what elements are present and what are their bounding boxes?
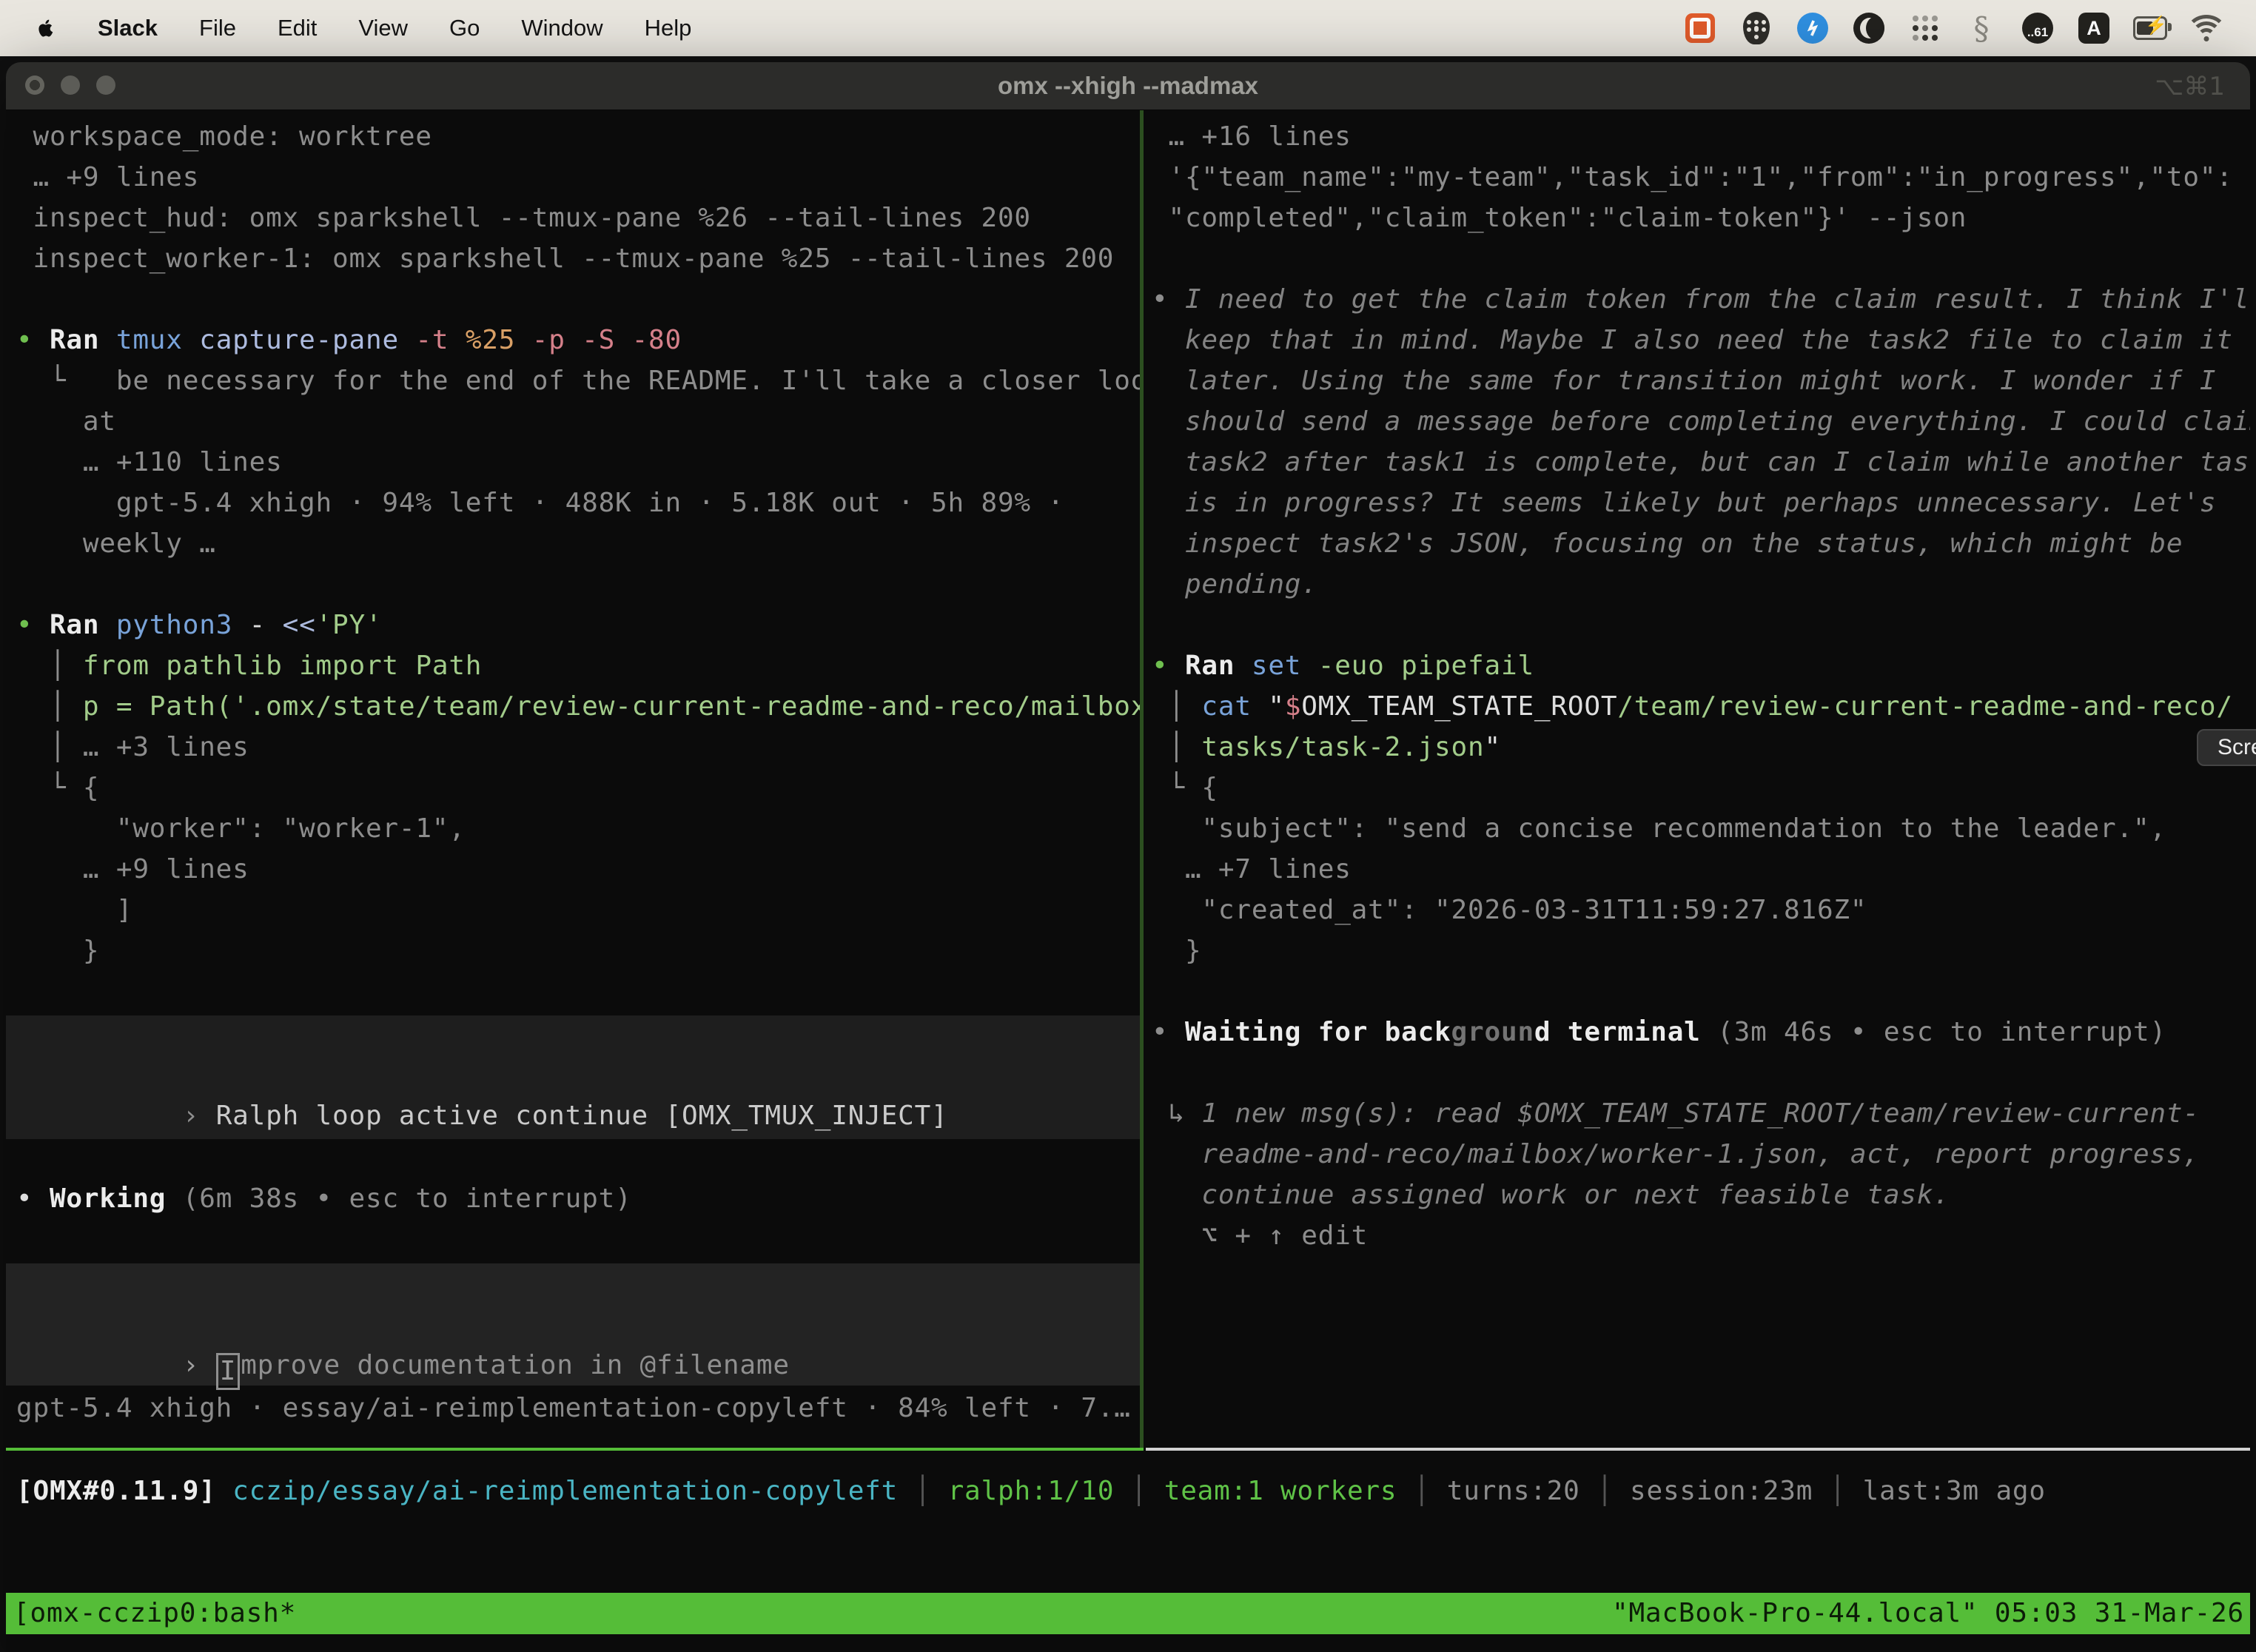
- pane-divider[interactable]: [1140, 110, 1144, 1448]
- terminal-line: inspect_hud: omx sparkshell --tmux-pane …: [16, 198, 1137, 238]
- terminal-window: omx --xhigh --madmax ⌥⌘1 workspace_mode:…: [6, 62, 2250, 1652]
- menu-bar: Slack File Edit View Go Window Help § ..…: [0, 0, 2256, 56]
- terminal-line: readme-and-reco/mailbox/worker-1.json, a…: [1152, 1134, 2250, 1175]
- dots-grid-icon[interactable]: [1908, 11, 1942, 45]
- screen-share-tooltip: Scre: [2197, 729, 2256, 766]
- tmux-session-label: [omx-cczip0:bash*: [13, 1593, 296, 1634]
- moon-circle-icon[interactable]: [1852, 11, 1886, 45]
- apple-menu-icon[interactable]: [33, 13, 59, 44]
- left-scrollback: workspace_mode: worktree … +9 lines insp…: [16, 116, 1137, 971]
- menu-item-go[interactable]: Go: [449, 15, 480, 41]
- ralph-loop-banner: › Ralph loop active continue [OMX_TMUX_I…: [6, 1015, 1140, 1139]
- terminal-cursor: I: [216, 1353, 240, 1390]
- left-model-status: gpt-5.4 xhigh · essay/ai-reimplementatio…: [16, 1388, 1140, 1428]
- terminal-line: gpt-5.4 xhigh · 94% left · 488K in · 5.1…: [16, 483, 1137, 523]
- menu-item-help[interactable]: Help: [645, 15, 692, 41]
- terminal-line: "created_at": "2026-03-31T11:59:27.816Z": [1152, 890, 2250, 930]
- terminal-line: └ be necessary for the end of the README…: [16, 360, 1137, 401]
- terminal-line: … +7 lines: [1152, 849, 2250, 890]
- a-app-icon[interactable]: A: [2077, 11, 2111, 45]
- terminal-line: [OMX#0.11.9] cczip/essay/ai-reimplementa…: [16, 1471, 2250, 1511]
- shield-icon[interactable]: [1739, 11, 1773, 45]
- menu-item-file[interactable]: File: [199, 15, 236, 41]
- terminal-line: keep that in mind. Maybe I also need the…: [1152, 320, 2250, 360]
- terminal-line: workspace_mode: worktree: [16, 116, 1137, 157]
- terminal-line: [1152, 238, 2250, 279]
- prompt-chevron-icon: ›: [183, 1350, 216, 1380]
- terminal-line: [1152, 605, 2250, 645]
- wifi-icon[interactable]: [2189, 11, 2223, 45]
- terminal-line: │ tasks/task-2.json": [1152, 727, 2250, 768]
- working-status-line: • Working (6m 38s • esc to interrupt): [16, 1178, 1140, 1219]
- terminal-line: pending.: [1152, 564, 2250, 605]
- window-title: omx --xhigh --madmax: [6, 62, 2250, 110]
- terminal-line: ↳ 1 new msg(s): read $OMX_TEAM_STATE_ROO…: [1152, 1093, 2250, 1134]
- squiggle-icon[interactable]: §: [1964, 11, 1998, 45]
- window-title-bar[interactable]: omx --xhigh --madmax ⌥⌘1: [6, 62, 2250, 110]
- terminal-line: inspect task2's JSON, focusing on the st…: [1152, 523, 2250, 564]
- terminal-line: weekly …: [16, 523, 1137, 564]
- terminal-line: inspect_worker-1: omx sparkshell --tmux-…: [16, 238, 1137, 279]
- terminal-line: … +110 lines: [16, 442, 1137, 483]
- terminal-line: [16, 564, 1137, 605]
- terminal-line: • Ran tmux capture-pane -t %25 -p -S -80: [16, 320, 1137, 360]
- left-prompt-placeholder: mprove documentation in @filename: [241, 1350, 790, 1380]
- terminal-line: … +16 lines: [1152, 116, 2250, 157]
- terminal-line: ]: [16, 890, 1137, 930]
- pane-right-worker[interactable]: … +16 lines '{"team_name":"my-team","tas…: [1146, 110, 2250, 1450]
- terminal-line: … +9 lines: [16, 849, 1137, 890]
- terminal-line: "completed","claim_token":"claim-token"}…: [1152, 198, 2250, 238]
- battery-icon[interactable]: ⚡: [2133, 11, 2167, 45]
- omx-hud-status-line: [OMX#0.11.9] cczip/essay/ai-reimplementa…: [16, 1471, 2250, 1511]
- tmux-host-clock: "MacBook-Pro-44.local" 05:03 31-Mar-26: [1612, 1593, 2244, 1634]
- terminal-line: should send a message before completing …: [1152, 401, 2250, 442]
- terminal-line: later. Using the same for transition mig…: [1152, 360, 2250, 401]
- active-pane-border: [6, 1448, 1144, 1451]
- terminal-line: "worker": "worker-1",: [16, 808, 1137, 849]
- terminal-line: [1152, 1052, 2250, 1093]
- terminal-line: at: [16, 401, 1137, 442]
- terminal-line: task2 after task1 is complete, but can I…: [1152, 442, 2250, 483]
- terminal-content: workspace_mode: worktree … +9 lines insp…: [6, 110, 2250, 1652]
- terminal-line: is in progress? It seems likely but perh…: [1152, 483, 2250, 523]
- terminal-line: • Ran set -euo pipefail: [1152, 645, 2250, 686]
- pane-left-hud[interactable]: workspace_mode: worktree … +9 lines insp…: [6, 110, 1140, 1450]
- window-shortcut-badge: ⌥⌘1: [2155, 62, 2225, 110]
- terminal-line: • Working (6m 38s • esc to interrupt): [16, 1178, 1140, 1219]
- inactive-pane-border: [1146, 1448, 2250, 1451]
- terminal-line: [16, 279, 1137, 320]
- badge-61-icon[interactable]: ..61: [2021, 11, 2055, 45]
- menu-app-name[interactable]: Slack: [98, 15, 158, 41]
- terminal-line: }: [1152, 930, 2250, 971]
- left-prompt-input[interactable]: › Improve documentation in @filename: [6, 1263, 1140, 1386]
- terminal-line: continue assigned work or next feasible …: [1152, 1175, 2250, 1215]
- menu-item-edit[interactable]: Edit: [278, 15, 317, 41]
- terminal-line: "subject": "send a concise recommendatio…: [1152, 808, 2250, 849]
- menu-item-view[interactable]: View: [358, 15, 408, 41]
- ralph-loop-text: Ralph loop active continue [OMX_TMUX_INJ…: [216, 1101, 948, 1131]
- terminal-line: }: [16, 930, 1137, 971]
- terminal-line: │ from pathlib import Path: [16, 645, 1137, 686]
- spark-icon[interactable]: [1796, 11, 1830, 45]
- terminal-line: └ {: [1152, 768, 2250, 808]
- terminal-line: │ … +3 lines: [16, 727, 1137, 768]
- terminal-line: • Waiting for background terminal (3m 46…: [1152, 1012, 2250, 1052]
- menu-item-window[interactable]: Window: [521, 15, 602, 41]
- terminal-line: ⌥ + ↑ edit: [1152, 1215, 2250, 1256]
- terminal-line: … +9 lines: [16, 157, 1137, 198]
- terminal-line: [1152, 971, 2250, 1012]
- terminal-line: │ cat "$OMX_TEAM_STATE_ROOT/team/review-…: [1152, 686, 2250, 727]
- tmux-status-bar: [omx-cczip0:bash* "MacBook-Pro-44.local"…: [6, 1593, 2250, 1634]
- terminal-line: • Ran python3 - <<'PY': [16, 605, 1137, 645]
- terminal-line: │ p = Path('.omx/state/team/review-curre…: [16, 686, 1137, 727]
- menu-status-icons: § ..61 A ⚡: [1683, 11, 2223, 45]
- chevron-icon: ›: [183, 1101, 216, 1131]
- terminal-line: '{"team_name":"my-team","task_id":"1","f…: [1152, 157, 2250, 198]
- terminal-line: • I need to get the claim token from the…: [1152, 279, 2250, 320]
- chat-app-icon[interactable]: [1683, 11, 1717, 45]
- terminal-line: └ {: [16, 768, 1137, 808]
- right-scrollback: … +16 lines '{"team_name":"my-team","tas…: [1152, 116, 2250, 1256]
